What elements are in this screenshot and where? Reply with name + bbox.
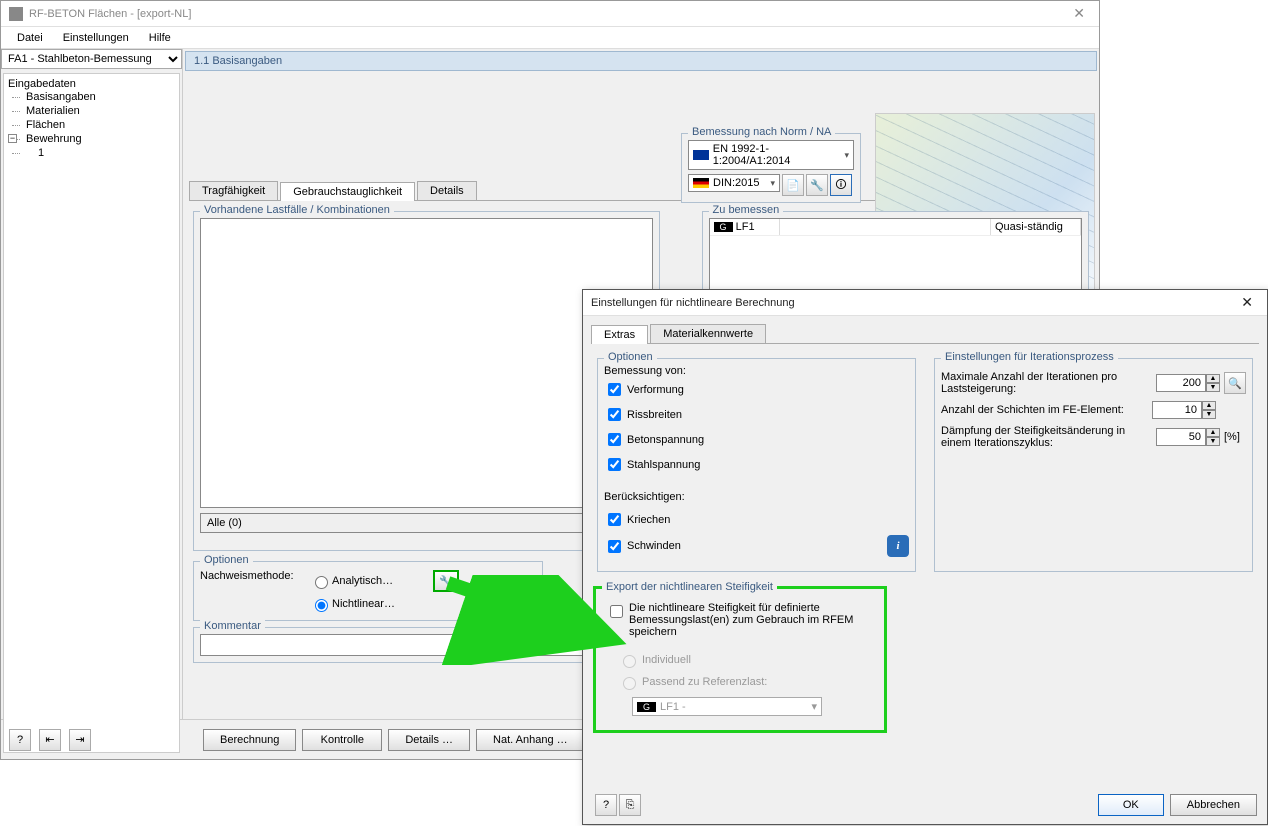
app-icon xyxy=(9,7,23,21)
spin-up-icon[interactable]: ▲ xyxy=(1206,428,1220,437)
dialog-titlebar: Einstellungen für nichtlineare Berechnun… xyxy=(583,290,1267,316)
spin-down-icon[interactable]: ▼ xyxy=(1206,437,1220,446)
damping-label: Dämpfung der Steifigkeitsänderung in ein… xyxy=(941,425,1156,449)
options-fieldset: Optionen Nachweismethode: Analytisch… 🔧 … xyxy=(193,561,543,621)
radio-analytical[interactable] xyxy=(315,576,328,589)
layers-label: Anzahl der Schichten im FE-Element: xyxy=(941,404,1152,416)
chevron-down-icon: ▾ xyxy=(811,700,817,713)
norm-fieldset: Bemessung nach Norm / NA EN 1992-1-1:200… xyxy=(681,133,861,203)
spin-up-icon[interactable]: ▲ xyxy=(1202,401,1216,410)
options-legend: Optionen xyxy=(200,554,253,566)
menu-file[interactable]: Datei xyxy=(7,32,53,44)
chevron-down-icon: ▾ xyxy=(844,150,849,161)
iter-max-label: Maximale Anzahl der Iterationen pro Last… xyxy=(941,371,1156,395)
tree-item-reinforcement[interactable]: − Bewehrung xyxy=(8,132,175,146)
spin-down-icon[interactable]: ▼ xyxy=(1206,383,1220,392)
consider-label: Berücksichtigen: xyxy=(604,491,909,503)
spin-up-icon[interactable]: ▲ xyxy=(1206,374,1220,383)
chk-shrink[interactable] xyxy=(608,540,621,553)
standard-dropdown[interactable]: EN 1992-1-1:2004/A1:2014 ▾ xyxy=(688,140,854,170)
tree-item-surfaces[interactable]: Flächen xyxy=(8,118,175,132)
to-design-legend: Zu bemessen xyxy=(709,204,784,216)
loadcase-filter-select[interactable]: Alle (0) xyxy=(200,513,597,533)
calc-button[interactable]: Berechnung xyxy=(203,729,296,751)
section-header: 1.1 Basisangaben xyxy=(185,51,1097,71)
main-titlebar: RF-BETON Flächen - [export-NL] ✕ xyxy=(1,1,1099,27)
help-button[interactable]: ? xyxy=(9,729,31,751)
collapse-icon[interactable]: − xyxy=(8,134,17,143)
chevron-down-icon: ▾ xyxy=(770,178,775,189)
radio-individual xyxy=(623,655,636,668)
comment-legend: Kommentar xyxy=(200,620,265,632)
close-icon[interactable]: ✕ xyxy=(1067,5,1091,22)
iter-pick-button[interactable]: 🔍 xyxy=(1224,372,1246,394)
chk-export-stiffness[interactable] xyxy=(610,605,623,618)
norm-info-button[interactable]: 🛈 xyxy=(830,174,852,196)
bemessung-von-label: Bemessung von: xyxy=(604,365,909,377)
dialog-help-button[interactable]: ? xyxy=(595,794,617,816)
reference-load-select: G LF1 - ▾ xyxy=(632,697,822,716)
tab-sls[interactable]: Gebrauchstauglichkeit xyxy=(280,182,415,201)
export-legend: Export der nichtlinearen Steifigkeit xyxy=(602,581,777,593)
iter-max-input[interactable] xyxy=(1156,374,1206,392)
tab-uls[interactable]: Tragfähigkeit xyxy=(189,181,278,200)
chk-deformation[interactable] xyxy=(608,383,621,396)
info-icon[interactable]: i xyxy=(887,535,909,557)
window-title: RF-BETON Flächen - [export-NL] xyxy=(29,8,1067,20)
dialog-close-icon[interactable]: ✕ xyxy=(1235,294,1259,311)
spin-down-icon[interactable]: ▼ xyxy=(1202,410,1216,419)
nonlinear-settings-button[interactable]: 🔧 xyxy=(433,570,459,592)
dialog-title: Einstellungen für nichtlineare Berechnun… xyxy=(591,297,1235,309)
tree-root[interactable]: Eingabedaten xyxy=(8,78,175,90)
chk-crack[interactable] xyxy=(608,408,621,421)
layers-input[interactable] xyxy=(1152,401,1202,419)
menu-settings[interactable]: Einstellungen xyxy=(53,32,139,44)
tab-material-values[interactable]: Materialkennwerte xyxy=(650,324,766,343)
dialog-options-fieldset: Optionen Bemessung von: Verformung Rissb… xyxy=(597,358,916,572)
norm-legend: Bemessung nach Norm / NA xyxy=(688,126,835,138)
chk-creep[interactable] xyxy=(608,513,621,526)
iteration-fieldset: Einstellungen für Iterationsprozess Maxi… xyxy=(934,358,1253,572)
nat-annex-button[interactable]: Nat. Anhang … xyxy=(476,729,585,751)
nonlinear-settings-dialog: Einstellungen für nichtlineare Berechnun… xyxy=(582,289,1268,825)
tree-item-material[interactable]: Materialien xyxy=(8,104,175,118)
tree-item-basis[interactable]: Basisangaben xyxy=(8,90,175,104)
case-selector[interactable]: FA1 - Stahlbeton-Bemessung xyxy=(1,49,182,69)
norm-edit-button[interactable]: 🔧 xyxy=(806,174,828,196)
check-button[interactable]: Kontrolle xyxy=(302,729,382,751)
nav-tree: Eingabedaten Basisangaben Materialien Fl… xyxy=(3,73,180,753)
method-label: Nachweismethode: xyxy=(200,568,310,614)
national-annex-dropdown[interactable]: DIN:2015 ▾ xyxy=(688,174,780,192)
menu-help[interactable]: Hilfe xyxy=(139,32,181,44)
list-row[interactable]: G LF1 Quasi-ständig xyxy=(710,219,1081,236)
chk-concrete-stress[interactable] xyxy=(608,433,621,446)
available-legend: Vorhandene Lastfälle / Kombinationen xyxy=(200,204,394,216)
tree-sub-1[interactable]: 1 xyxy=(8,146,175,160)
export-chk-label: Die nichtlineare Steifigkeit für definie… xyxy=(629,602,874,638)
chk-steel-stress[interactable] xyxy=(608,458,621,471)
dialog-defaults-button[interactable]: ⎘ xyxy=(619,794,641,816)
menubar: Datei Einstellungen Hilfe xyxy=(1,27,1099,49)
damping-unit: [%] xyxy=(1220,431,1246,443)
tab-extras[interactable]: Extras xyxy=(591,325,648,344)
nav-forward-button[interactable]: ⇥ xyxy=(69,729,91,751)
cancel-button[interactable]: Abbrechen xyxy=(1170,794,1257,816)
details-button[interactable]: Details … xyxy=(388,729,470,751)
norm-new-button[interactable]: 📄 xyxy=(782,174,804,196)
nav-back-button[interactable]: ⇤ xyxy=(39,729,61,751)
export-stiffness-fieldset: Export der nichtlinearen Steifigkeit Die… xyxy=(593,586,887,733)
radio-reference-load xyxy=(623,677,636,690)
damping-input[interactable] xyxy=(1156,428,1206,446)
de-flag-icon xyxy=(693,178,709,188)
tab-details[interactable]: Details xyxy=(417,181,477,200)
sidebar: FA1 - Stahlbeton-Bemessung Eingabedaten … xyxy=(1,49,183,719)
ok-button[interactable]: OK xyxy=(1098,794,1164,816)
eu-flag-icon xyxy=(693,150,709,160)
radio-nonlinear[interactable] xyxy=(315,599,328,612)
